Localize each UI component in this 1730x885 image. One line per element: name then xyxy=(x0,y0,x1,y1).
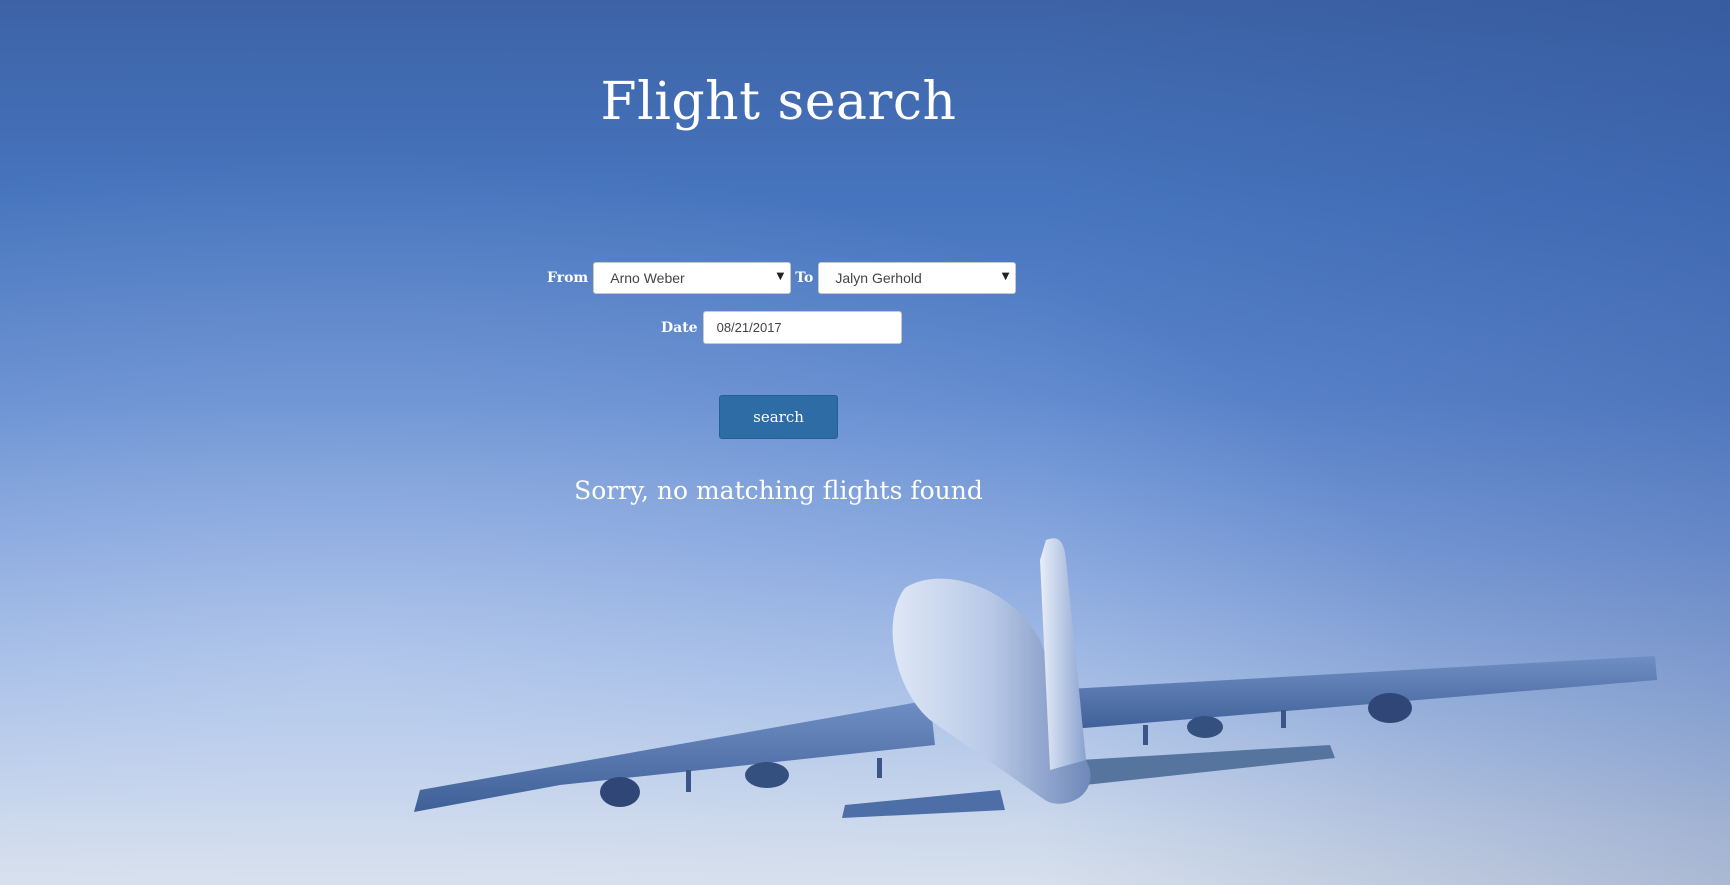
from-label: From xyxy=(547,270,589,286)
from-select[interactable]: Arno Weber ▼ xyxy=(593,262,792,294)
date-row: Date xyxy=(661,311,902,344)
chevron-down-icon: ▼ xyxy=(1001,271,1010,282)
date-label: Date xyxy=(661,319,698,336)
to-label: To xyxy=(795,270,814,286)
date-input[interactable] xyxy=(702,311,902,344)
no-results-message: Sorry, no matching flights found xyxy=(574,476,983,505)
page-title: Flight search xyxy=(600,72,957,132)
to-select-value: Jalyn Gerhold xyxy=(835,270,922,286)
search-button[interactable]: search xyxy=(719,395,838,439)
from-select-value: Arno Weber xyxy=(610,270,685,286)
chevron-down-icon: ▼ xyxy=(776,271,785,282)
to-select[interactable]: Jalyn Gerhold ▼ xyxy=(818,262,1017,294)
route-row: From Arno Weber ▼ To Jalyn Gerhold ▼ xyxy=(547,262,1017,294)
airplane-image xyxy=(414,538,1657,818)
